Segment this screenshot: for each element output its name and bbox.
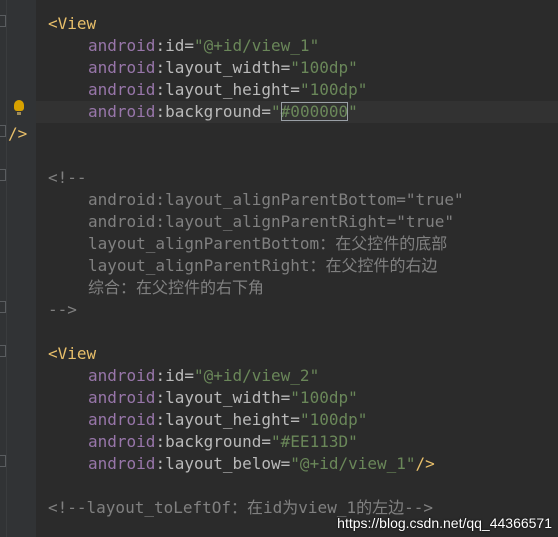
fold-marker-icon[interactable] (0, 15, 7, 29)
code-token: #000000 (280, 102, 349, 121)
code-token: android:layout_alignParentBottom="true" (88, 190, 464, 209)
code-token: <View (48, 14, 97, 33)
code-token: "@+id/view_2" (193, 366, 320, 385)
code-token: "100dp" (299, 410, 368, 429)
code-token: :background= (155, 432, 272, 451)
code-token: android (88, 36, 156, 55)
code-token: " (271, 102, 281, 121)
code-token: layout_alignParentRight：在父控件的右边 (88, 256, 438, 275)
code-token: android (88, 388, 156, 407)
code-token: "100dp" (290, 388, 358, 407)
code-token: :layout_below= (155, 454, 291, 473)
code-token: :id= (155, 36, 194, 55)
watermark: https://blog.csdn.net/qq_44366571 (337, 515, 552, 531)
code-token: android (88, 58, 156, 77)
code-token: "100dp" (290, 58, 358, 77)
code-token: :layout_height= (155, 80, 300, 99)
code-token: <!-- (48, 168, 87, 187)
bulb-icon[interactable] (14, 100, 24, 115)
code-token: layout_alignParentBottom：在父控件的底部 (88, 234, 448, 253)
code-token: --> (48, 300, 77, 319)
code-token: " (348, 102, 358, 121)
code-token: android (88, 410, 156, 429)
code-token: "#EE113D" (271, 432, 358, 451)
fold-marker-icon[interactable] (0, 125, 7, 139)
code-token: /> (8, 124, 28, 143)
fold-marker-icon[interactable] (0, 455, 7, 469)
code-token: /> (415, 454, 435, 473)
code-token: android (88, 80, 156, 99)
code-token: :layout_width= (155, 388, 291, 407)
code-token: <View (48, 344, 97, 363)
code-token: :layout_width= (155, 58, 291, 77)
code-token: android (88, 432, 156, 451)
code-token: "@+id/view_1" (290, 454, 416, 473)
code-token: android (88, 366, 156, 385)
code-token: :layout_height= (155, 410, 300, 429)
code-token: android:layout_alignParentRight="true" (88, 212, 455, 231)
code-token: android (88, 102, 156, 121)
code-token: "100dp" (299, 80, 368, 99)
fold-marker-icon[interactable] (0, 169, 7, 183)
code-token: 综合：在父控件的右下角 (88, 278, 265, 297)
code-line[interactable]: android:background="#000000" (36, 101, 558, 123)
code-token: android (88, 454, 156, 473)
code-token: "@+id/view_1" (193, 36, 320, 55)
fold-marker-icon[interactable] (0, 345, 7, 359)
code-token: :id= (155, 366, 194, 385)
fold-marker-icon[interactable] (0, 301, 7, 315)
code-token: :background= (155, 102, 272, 121)
